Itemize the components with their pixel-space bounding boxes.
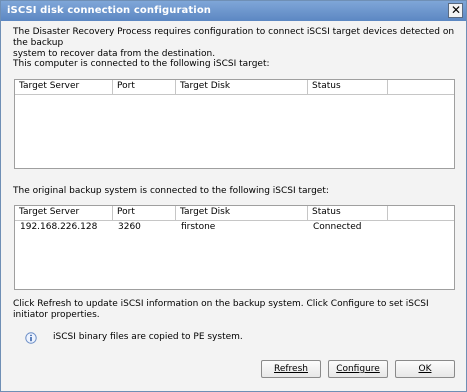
cell-port: 3260	[118, 222, 141, 232]
configure-button[interactable]: Configure	[328, 360, 388, 378]
column-header-port[interactable]: Port	[113, 206, 176, 220]
column-header-port[interactable]: Port	[113, 80, 176, 94]
column-header-extra[interactable]	[388, 206, 454, 220]
title-bar[interactable]: iSCSI disk connection configuration ✕	[1, 1, 466, 21]
table-row[interactable]: 192.168.226.128 3260 firstone Connected	[15, 221, 454, 234]
current-target-label: This computer is connected to the follow…	[13, 59, 270, 69]
column-header-extra[interactable]	[388, 80, 454, 94]
cell-target-disk: firstone	[181, 222, 216, 232]
current-target-table[interactable]: Target Server Port Target Disk Status	[14, 79, 455, 169]
close-button[interactable]: ✕	[448, 3, 463, 18]
column-header-target-disk[interactable]: Target Disk	[176, 206, 308, 220]
column-header-target-server[interactable]: Target Server	[15, 206, 113, 220]
column-header-target-disk[interactable]: Target Disk	[176, 80, 308, 94]
cell-target-server: 192.168.226.128	[20, 222, 98, 232]
cell-status: Connected	[313, 222, 362, 232]
info-text: iSCSI binary files are copied to PE syst…	[53, 332, 243, 342]
refresh-button-label: Refresh	[274, 364, 308, 374]
help-text: Click Refresh to update iSCSI informatio…	[13, 299, 429, 320]
column-header-target-server[interactable]: Target Server	[15, 80, 113, 94]
close-icon: ✕	[451, 3, 462, 17]
table-header: Target Server Port Target Disk Status	[15, 80, 454, 95]
refresh-button[interactable]: Refresh	[261, 360, 321, 378]
column-header-status[interactable]: Status	[308, 206, 388, 220]
configure-button-label: Configure	[336, 364, 380, 374]
original-target-label: The original backup system is connected …	[13, 186, 329, 196]
ok-button-label: OK	[418, 364, 432, 374]
column-header-status[interactable]: Status	[308, 80, 388, 94]
dialog-body: The Disaster Recovery Process requires c…	[1, 21, 466, 391]
ok-button[interactable]: OK	[395, 360, 455, 378]
original-target-table[interactable]: Target Server Port Target Disk Status 19…	[14, 205, 455, 290]
info-icon	[25, 332, 37, 344]
window-title: iSCSI disk connection configuration	[7, 5, 212, 16]
iscsi-config-dialog: iSCSI disk connection configuration ✕ Th…	[0, 0, 467, 392]
table-header: Target Server Port Target Disk Status	[15, 206, 454, 221]
intro-text: The Disaster Recovery Process requires c…	[13, 27, 455, 59]
